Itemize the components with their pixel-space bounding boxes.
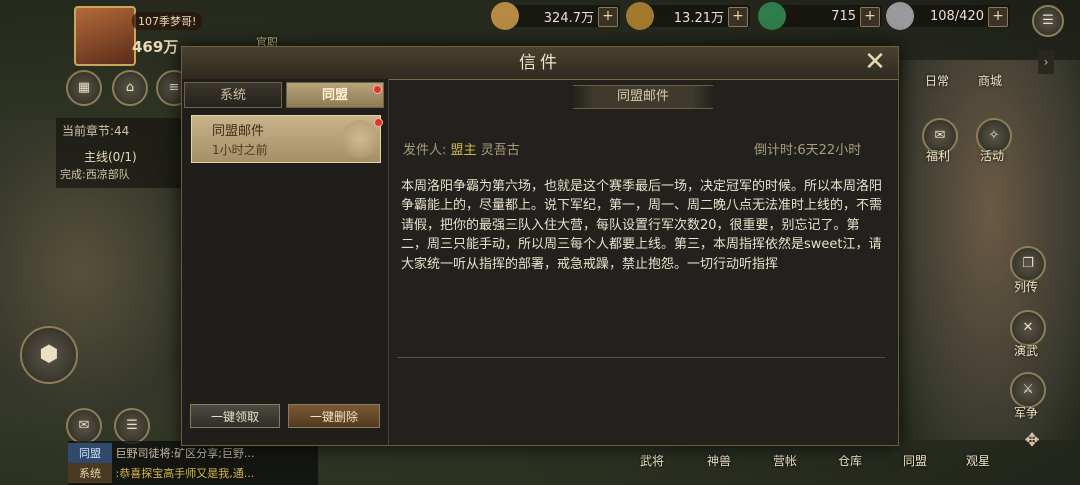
chat-text-1: 巨野司徒将:矿区分享;巨野... xyxy=(115,447,255,460)
add-copper-button[interactable]: + xyxy=(728,7,748,27)
shop-label[interactable]: 商城 xyxy=(978,72,1002,89)
building-icon[interactable]: ⌂ xyxy=(112,70,148,106)
add-grain-button[interactable]: + xyxy=(598,7,618,27)
drill-icon[interactable]: ✕ xyxy=(1010,310,1046,346)
list-icon[interactable]: ▦ xyxy=(66,70,102,106)
grain-resource[interactable]: 324.7万 + xyxy=(491,2,620,30)
player-power: 469万 xyxy=(132,38,179,56)
countdown: 倒计时:6天22小时 xyxy=(754,143,862,158)
tab-alliance-notification-dot xyxy=(373,85,382,94)
sender-label: 发件人: xyxy=(403,143,447,158)
war-icon[interactable]: ⚔ xyxy=(1010,372,1046,408)
quest-panel[interactable]: 当前章节:44 主线(0/1) 完成:西凉部队 xyxy=(56,118,184,188)
delete-all-button[interactable]: 一键删除 xyxy=(288,404,380,428)
quest-chapter: 当前章节: xyxy=(62,124,115,138)
event-label[interactable]: 活动 xyxy=(980,147,1004,164)
chat-line-2: 系统 :恭喜探宝高手师又是我,通... xyxy=(68,463,254,483)
troops-value: 108/420 xyxy=(929,8,984,24)
jade-resource[interactable]: 715 + xyxy=(758,2,882,30)
chat-panel[interactable]: 同盟 巨野司徒将:矿区分享;巨野... 系统 :恭喜探宝高手师又是我,通... xyxy=(68,441,318,485)
player-level-name: 107季梦哥! xyxy=(132,12,203,30)
mail-icon[interactable]: ✉ xyxy=(66,408,102,444)
jade-icon xyxy=(758,2,786,30)
close-icon[interactable]: ✕ xyxy=(862,49,888,75)
alliance-seal-icon xyxy=(342,120,378,158)
chat-tag-alliance: 同盟 xyxy=(68,443,112,463)
troops-resource[interactable]: 108/420 + xyxy=(886,2,1010,30)
player-avatar[interactable] xyxy=(74,6,136,66)
sender-line: 发件人: 盟主 灵吾古 xyxy=(403,139,520,158)
chat-tag-system: 系统 xyxy=(68,463,112,483)
troops-icon xyxy=(886,2,914,30)
bottom-menu-generals[interactable]: 武将 xyxy=(640,452,664,469)
mail-item-time: 1小时之前 xyxy=(212,143,268,157)
copper-resource[interactable]: 13.21万 + xyxy=(626,2,750,30)
menu-icon[interactable]: ☰ xyxy=(1032,5,1064,37)
tab-system[interactable]: 系统 xyxy=(184,82,282,108)
expand-arrow-icon[interactable]: › xyxy=(1038,50,1054,74)
tab-alliance[interactable]: 同盟 xyxy=(286,82,384,108)
quest-chapter-label: 当前章节:44 xyxy=(62,122,129,139)
war-label[interactable]: 军争 xyxy=(1014,404,1038,421)
biography-icon[interactable]: ❐ xyxy=(1010,246,1046,282)
chat-bubble-icon[interactable]: ☰ xyxy=(114,408,150,444)
bottom-menu-beasts[interactable]: 神兽 xyxy=(707,452,731,469)
add-jade-button[interactable]: + xyxy=(860,7,880,27)
mail-list-panel: 系统 同盟 同盟邮件 1小时之前 一键领取 一键删除 xyxy=(182,79,389,445)
move-icon[interactable]: ✥ xyxy=(1020,430,1044,454)
chat-line-1: 同盟 巨野司徒将:矿区分享;巨野... xyxy=(68,443,254,463)
daily-label[interactable]: 日常 xyxy=(925,72,949,89)
unread-dot xyxy=(374,118,383,127)
claim-all-button[interactable]: 一键领取 xyxy=(190,404,280,428)
bottom-menu-alliance[interactable]: 同盟 xyxy=(903,452,927,469)
bottom-menu-stargaze[interactable]: 观星 xyxy=(966,452,990,469)
chat-text-2: :恭喜探宝高手师又是我,通... xyxy=(115,467,255,480)
cube-icon[interactable]: ⬢ xyxy=(20,326,78,384)
copper-value: 13.21万 xyxy=(673,10,724,26)
mail-content-panel: 同盟邮件 发件人: 盟主 灵吾古 倒计时:6天22小时 本周洛阳争霸为第六场，也… xyxy=(389,79,898,445)
add-troops-button[interactable]: + xyxy=(988,7,1008,27)
mail-list-item[interactable]: 同盟邮件 1小时之前 xyxy=(191,115,383,163)
welfare-label[interactable]: 福利 xyxy=(926,147,950,164)
quest-done: 完成:西凉部队 xyxy=(60,168,130,181)
dialog-title: 信件 xyxy=(519,53,561,73)
biography-label[interactable]: 列传 xyxy=(1014,278,1038,295)
drill-label[interactable]: 演武 xyxy=(1014,342,1038,359)
sender-name: 灵吾古 xyxy=(480,143,520,158)
mail-item-title: 同盟邮件 xyxy=(212,124,265,139)
jade-value: 715 xyxy=(831,8,856,24)
mail-dialog: 信件 ✕ 系统 同盟 同盟邮件 1小时之前 一键领取 一键删除 同盟邮件 发件人… xyxy=(181,46,899,446)
grain-value: 324.7万 xyxy=(543,10,594,26)
content-divider xyxy=(397,357,885,358)
bottom-menu-camp[interactable]: 营帐 xyxy=(773,452,797,469)
quest-main: 主线(0/1) xyxy=(84,150,137,164)
sender-role: 盟主 xyxy=(450,143,477,158)
mail-body: 本周洛阳争霸为第六场，也就是这个赛季最后一场，决定冠军的时候。所以本周洛阳争霸能… xyxy=(401,179,883,272)
bottom-menu-warehouse[interactable]: 仓库 xyxy=(838,452,862,469)
mail-category-header: 同盟邮件 xyxy=(573,85,713,109)
quest-chapter-num: 44 xyxy=(114,124,130,138)
copper-icon xyxy=(626,2,654,30)
grain-icon xyxy=(491,2,519,30)
map-terrain-right xyxy=(900,60,1080,440)
